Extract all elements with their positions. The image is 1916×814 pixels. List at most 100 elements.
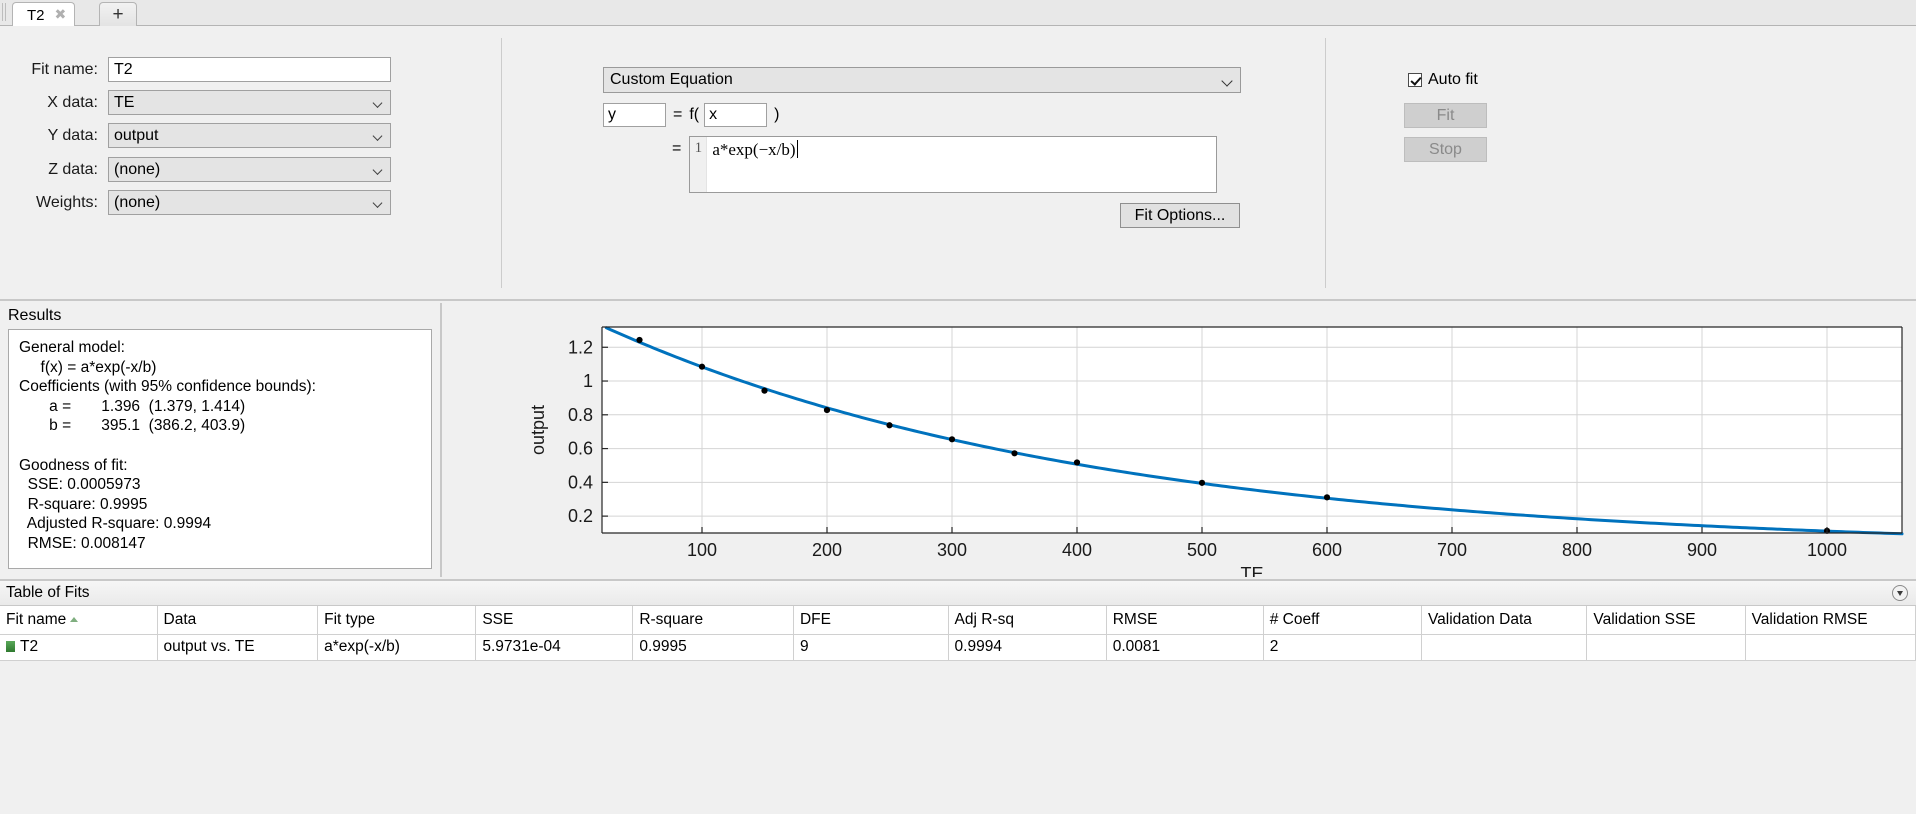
x-tick-label: 800 [1562,540,1592,560]
fit-name-row: Fit name: T2 [8,57,391,82]
dependent-variable-input[interactable]: y [603,103,666,127]
model-type-value: Custom Equation [610,71,733,88]
equation-expression[interactable]: a*exp(−x/b) [707,137,1216,192]
fits-column-header[interactable]: Validation RMSE [1745,606,1916,635]
fits-cell-validation-sse[interactable] [1586,634,1746,661]
fits-column-label: Validation SSE [1593,610,1696,628]
weights-row: Weights: (none) [8,190,391,215]
fits-cell-rmse[interactable]: 0.0081 [1106,634,1264,661]
fits-cell-dfe[interactable]: 9 [793,634,949,661]
y-data-select[interactable]: output [108,123,391,148]
x-tick-label: 500 [1187,540,1217,560]
weights-value: (none) [114,194,161,211]
fit-plot-svg[interactable]: 100 200 300 400 500 600 700 800 900 1000 0.2 0.4 0.6… [444,303,1916,577]
fits-column-header[interactable]: DFE [793,606,949,635]
auto-fit-label: Auto fit [1428,71,1478,88]
tab-t2[interactable]: T2 ✖ [12,2,76,27]
x-tick-label: 1000 [1807,540,1847,560]
equation-expression-text: a*exp(−x/b) [712,140,796,159]
fits-cell-data[interactable]: output vs. TE [157,634,319,661]
results-chart-divider [440,303,442,577]
fits-column-header[interactable]: Adj R-sq [948,606,1107,635]
fits-column-header[interactable]: Fit type [317,606,477,635]
fits-column-header[interactable]: Validation Data [1421,606,1588,635]
y-data-row: Y data: output [8,123,391,148]
tab-bar: T2 ✖ + [0,0,1916,27]
chevron-down-icon [374,131,383,140]
data-point [698,363,706,370]
panel-divider-right [1325,38,1326,288]
stop-button[interactable]: Stop [1404,137,1487,162]
results-panel: Results General model: f(x) = a*exp(-x/b… [0,303,440,577]
table-of-fits-panel: Table of Fits Fit name Data Fit type SSE R-s… [0,579,1916,814]
tab-label: T2 [27,6,45,24]
fits-cell-r-square[interactable]: 0.9995 [632,634,794,661]
auto-fit-checkbox[interactable]: Auto fit [1408,71,1478,89]
fits-column-header[interactable]: # Coeff [1263,606,1422,635]
panel-menu-icon[interactable] [1892,585,1908,601]
z-data-select[interactable]: (none) [108,157,391,182]
fits-column-label: SSE [482,610,514,628]
results-text: General model: f(x) = a*exp(-x/b) Coeffi… [8,329,432,569]
x-tick-label: 700 [1437,540,1467,560]
second-equals-label: = [672,140,682,157]
fits-cell-adj-r-sq[interactable]: 0.9994 [948,634,1107,661]
add-fit-tab-button[interactable]: + [99,2,137,27]
fits-cell-validation-data[interactable] [1421,634,1588,661]
fit-options-button[interactable]: Fit Options... [1120,203,1240,228]
x-data-value: TE [114,94,135,111]
weights-label: Weights: [36,193,98,211]
fits-column-label: Validation Data [1427,610,1532,628]
checkbox-checked-icon [1408,73,1422,87]
z-data-value: (none) [114,161,161,178]
fits-cell-validation-rmse[interactable] [1745,634,1916,661]
x-tick-label: 100 [687,540,717,560]
y-tick-label: 0.8 [568,405,593,425]
text-caret [796,140,798,158]
fits-cell-n-coeff[interactable]: 2 [1263,634,1422,661]
fits-table: Fit name Data Fit type SSE R-square DFE Adj R-… [0,606,1916,661]
fits-column-label: RMSE [1112,610,1158,628]
y-tick-label: 0.2 [568,506,593,526]
fits-column-header[interactable]: Data [157,606,319,635]
data-point [1323,494,1331,501]
data-point [636,336,643,344]
weights-select[interactable]: (none) [108,190,391,215]
y-axis-label: output [528,405,548,455]
data-point [823,406,831,414]
fits-column-label: Fit name [6,610,67,628]
y-tick-label: 1 [583,371,593,391]
fits-column-header[interactable]: RMSE [1106,606,1264,635]
fits-cell-fit-name[interactable]: T2 [0,634,158,661]
y-data-value: output [114,127,159,144]
fits-column-header[interactable]: Fit name [0,606,158,635]
fits-table-body: T2 output vs. TE a*exp(-x/b) 5.9731e-04 0.99… [0,634,1916,661]
table-row[interactable]: T2 output vs. TE a*exp(-x/b) 5.9731e-04 0.99… [0,634,1916,661]
fits-cell-fit-type[interactable]: a*exp(-x/b) [317,634,477,661]
fits-column-label: Fit type [324,610,375,628]
fits-cell-sse[interactable]: 5.9731e-04 [475,634,634,661]
x-data-select[interactable]: TE [108,90,391,115]
equation-editor-row: = 1 a*exp(−x/b) [672,136,1218,193]
equation-code-editor[interactable]: 1 a*exp(−x/b) [689,136,1218,193]
fit-name-input[interactable]: T2 [108,57,391,82]
close-icon[interactable]: ✖ [55,8,67,22]
data-point [1198,479,1206,486]
data-point [1073,459,1081,466]
fits-column-header[interactable]: R-square [632,606,794,635]
fit-button[interactable]: Fit [1404,103,1487,128]
panel-divider-left [501,38,502,288]
fit-name-label: Fit name: [31,60,98,78]
z-data-label: Z data: [48,160,98,178]
y-data-label: Y data: [47,126,98,144]
x-tick-label: 900 [1687,540,1717,560]
fits-column-header[interactable]: SSE [475,606,634,635]
table-of-fits-header: Table of Fits [0,581,1916,606]
independent-variable-input[interactable]: x [704,103,768,127]
model-type-select[interactable]: Custom Equation [603,67,1241,93]
y-tick-label: 0.4 [568,472,593,492]
fit-plot-panel[interactable]: 100 200 300 400 500 600 700 800 900 1000 0.2 0.4 0.6… [444,303,1916,577]
equation-signature-row: y = f( x ) [603,103,786,127]
fits-column-label: DFE [799,610,831,628]
fits-column-header[interactable]: Validation SSE [1586,606,1746,635]
